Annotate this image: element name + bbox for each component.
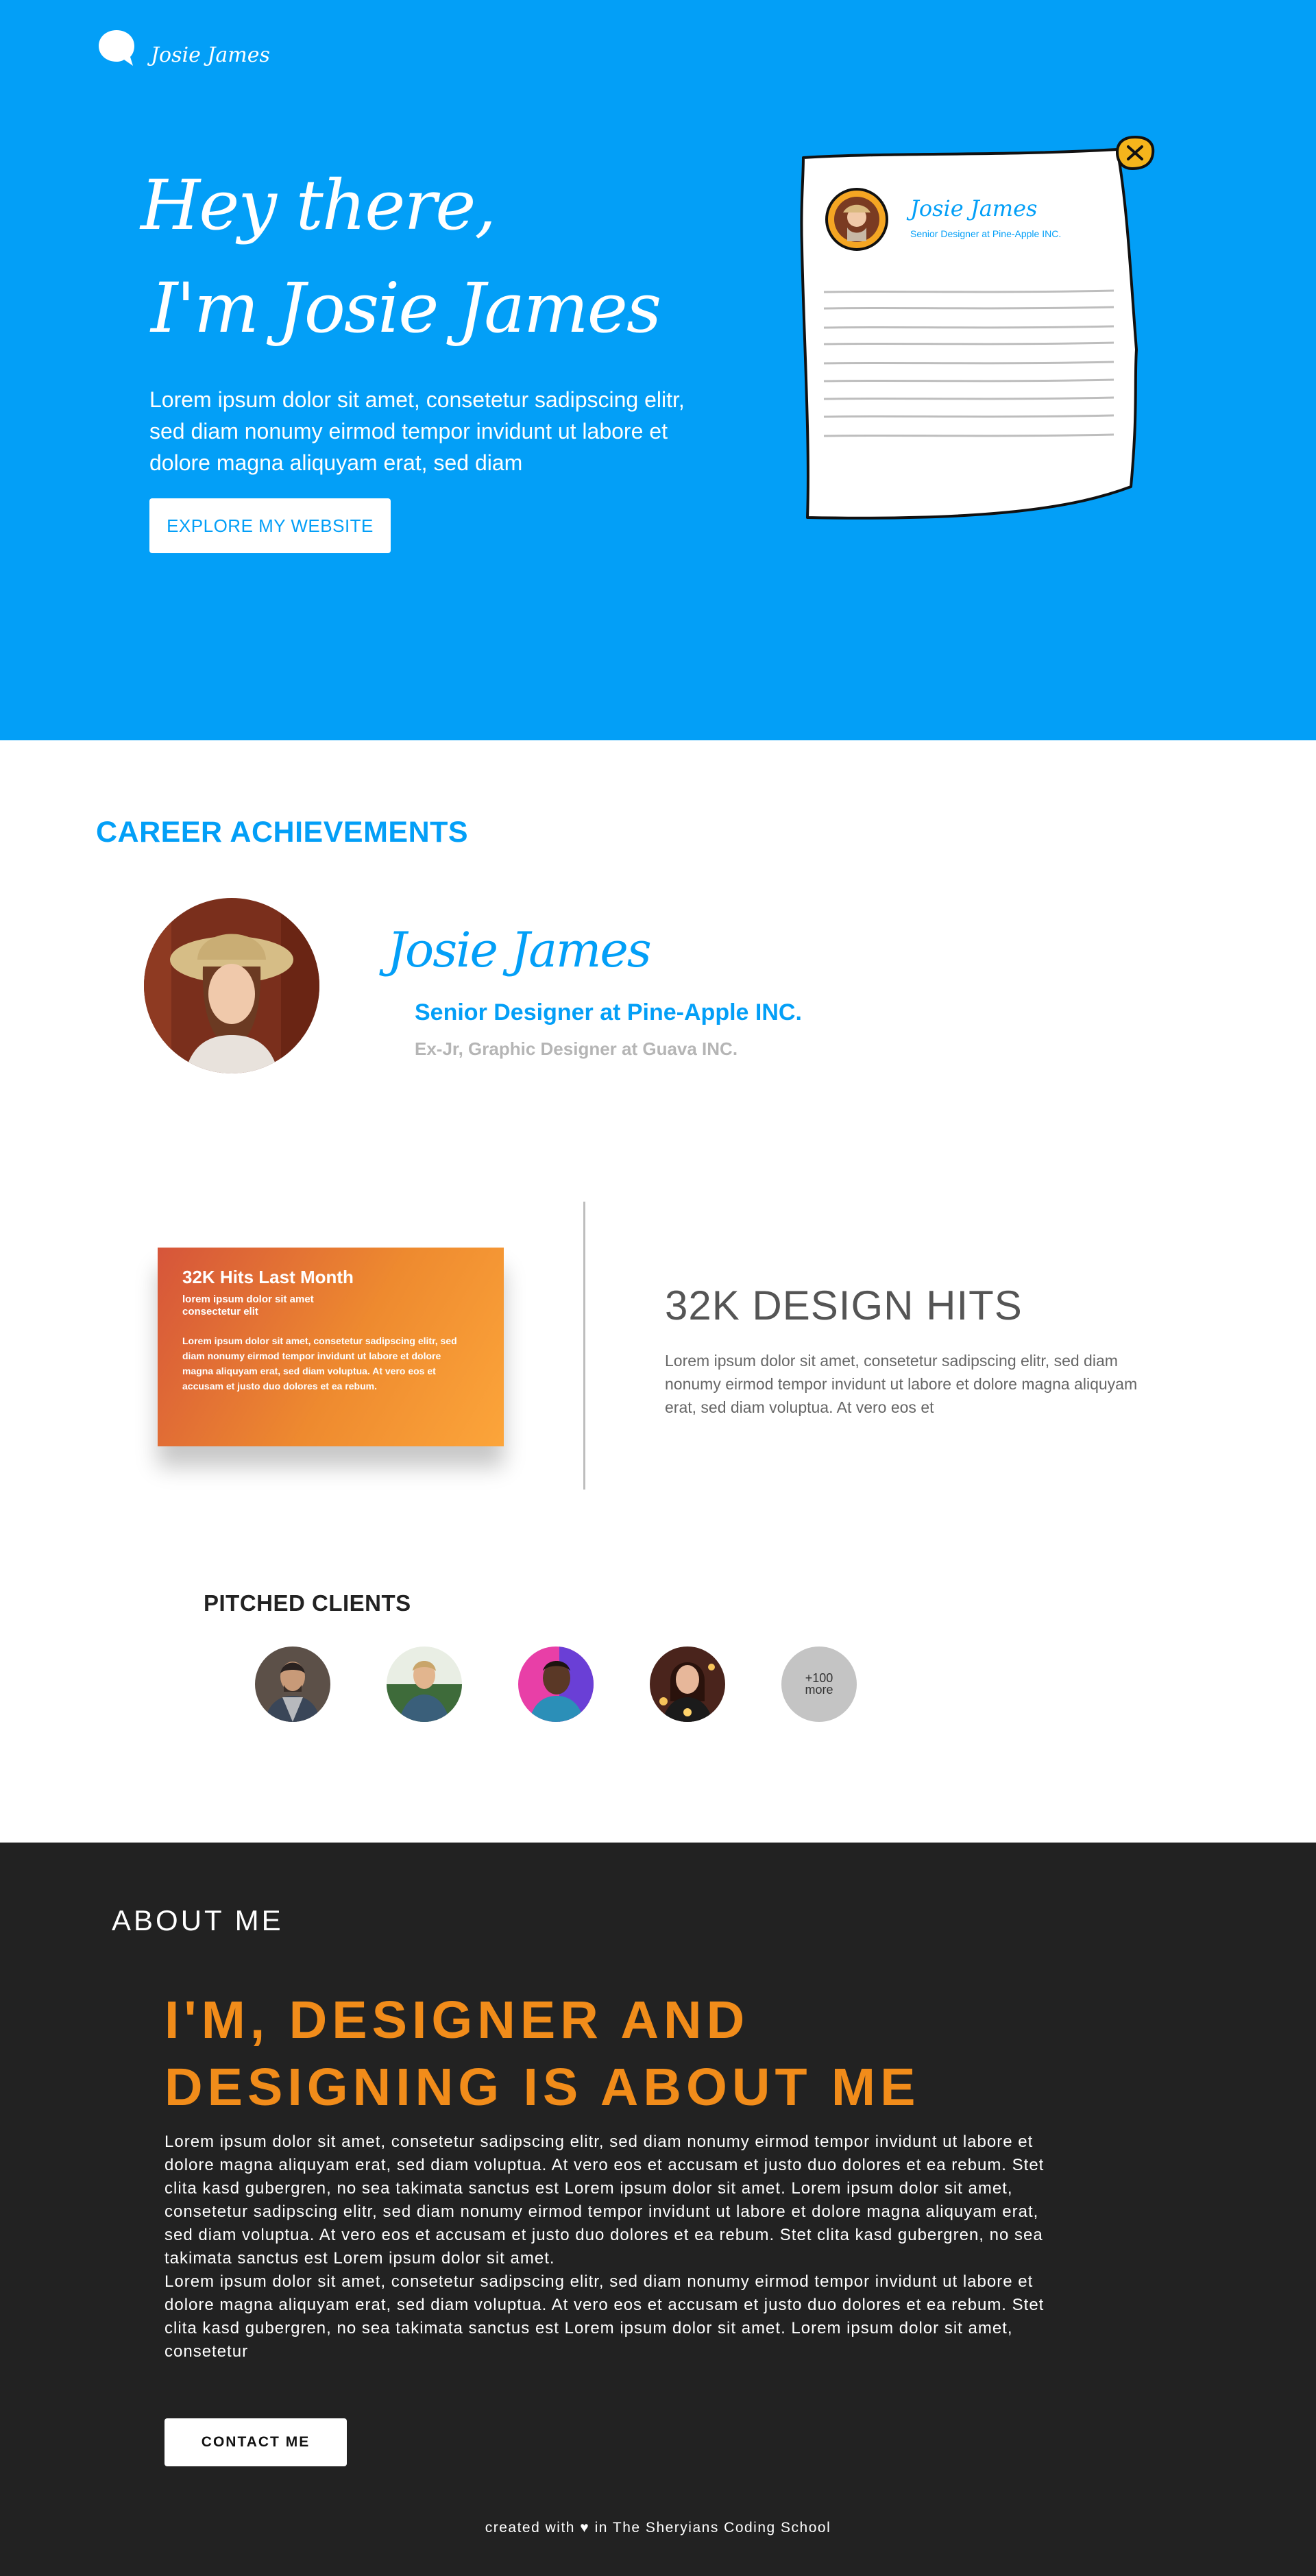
logo[interactable]: Josie James — [96, 27, 270, 69]
client-avatar-2[interactable] — [387, 1647, 462, 1722]
current-role: Senior Designer at Pine-Apple INC. — [415, 999, 802, 1025]
hero-description: Lorem ipsum dolor sit amet, consetetur s… — [149, 387, 685, 475]
about-heading-line-2: DESIGNING IS ABOUT ME — [164, 2058, 921, 2117]
hits-card-body: Lorem ipsum dolor sit amet, consetetur s… — [182, 1335, 457, 1392]
hits-description: Lorem ipsum dolor sit amet, consetetur s… — [665, 1352, 1138, 1416]
hits-card: 32K Hits Last Month lorem ipsum dolor si… — [158, 1248, 504, 1446]
hits-card-subtitle: lorem ipsum dolor sit amet consectetur e… — [182, 1293, 314, 1317]
about-text: Lorem ipsum dolor sit amet, consetetur s… — [164, 2133, 1045, 2361]
contact-button[interactable]: CONTACT ME — [164, 2418, 347, 2466]
card-name: Josie James — [910, 195, 1038, 221]
profile-photo — [144, 898, 319, 1073]
hero-section: Josie James Hey there, I'm Josie James L… — [0, 0, 1316, 740]
client-avatar-4[interactable] — [650, 1647, 725, 1722]
section-title: CAREER ACHIEVEMENTS — [96, 816, 469, 849]
greeting-line-1: Hey there, — [141, 165, 496, 245]
about-section: ABOUT ME I'M, DESIGNER AND DESIGNING IS … — [0, 1843, 1316, 2576]
card-role: Senior Designer at Pine-Apple INC. — [910, 228, 1062, 239]
more-clients-badge[interactable]: +100 more — [781, 1647, 857, 1722]
footer-text: created with ♥ in The Sheryians Coding S… — [485, 2520, 831, 2536]
about-title: ABOUT ME — [112, 1904, 284, 1936]
hits-card-title: 32K Hits Last Month — [182, 1267, 354, 1287]
about-heading-line-1: I'M, DESIGNER AND — [164, 1991, 750, 2050]
clients-list: +100 more — [255, 1647, 857, 1722]
past-role: Ex-Jr, Graphic Designer at Guava INC. — [415, 1038, 738, 1059]
hits-title: 32K DESIGN HITS — [665, 1283, 1023, 1328]
hero-greeting: Hey there, I'm Josie James — [141, 154, 661, 360]
clients-title: PITCHED CLIENTS — [204, 1590, 411, 1616]
chat-bubble-icon — [99, 30, 134, 66]
more-label: more — [805, 1683, 833, 1697]
greeting-line-2: I'm Josie James — [151, 268, 661, 348]
client-avatar-3[interactable] — [518, 1647, 594, 1722]
divider — [583, 1202, 585, 1490]
client-avatar-1[interactable] — [255, 1647, 330, 1722]
explore-website-button[interactable]: EXPLORE MY WEBSITE — [149, 498, 391, 553]
about-heading: I'M, DESIGNER AND DESIGNING IS ABOUT ME — [164, 1986, 920, 2121]
resume-card — [800, 148, 1138, 520]
career-section: CAREER ACHIEVEMENTS Josie James Senior D… — [0, 740, 1316, 1843]
logo-text: Josie James — [151, 43, 270, 67]
profile-name: Josie James — [387, 922, 652, 978]
close-icon[interactable] — [1112, 134, 1157, 171]
